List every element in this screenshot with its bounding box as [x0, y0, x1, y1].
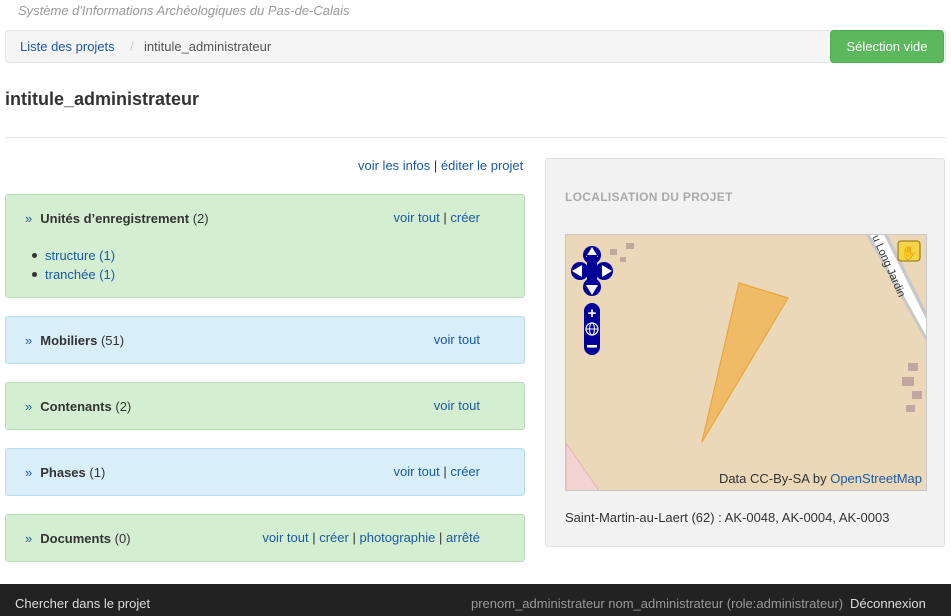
map-panel: LOCALISATION DU PROJET u Long Jardin + ✋…: [545, 158, 945, 547]
map-canvas[interactable]: u Long Jardin + ✋: [566, 235, 927, 491]
footer: Chercher dans le projet prenom_administr…: [0, 584, 951, 616]
unites-list: structure (1) tranchée (1): [32, 248, 115, 286]
view-all-link[interactable]: voir tout: [262, 530, 308, 545]
zoom-control[interactable]: +: [584, 303, 600, 355]
breadcrumb-current: intitule_administrateur: [144, 39, 272, 54]
building: [906, 405, 915, 412]
map-caption: Saint-Martin-au-Laert (62) : AK-0048, AK…: [565, 510, 890, 525]
edit-project-link[interactable]: éditer le projet: [441, 158, 523, 173]
building: [626, 243, 634, 249]
map-heading: LOCALISATION DU PROJET: [565, 190, 733, 204]
logout-link[interactable]: Déconnexion: [850, 596, 926, 611]
svg-text:✋: ✋: [901, 245, 917, 261]
chevron-icon: »: [25, 399, 33, 414]
create-link[interactable]: créer: [450, 464, 480, 479]
panel-count: (2): [115, 399, 132, 414]
panel-title: Documents: [40, 531, 112, 546]
search-project-link[interactable]: Chercher dans le projet: [15, 596, 150, 611]
building: [908, 363, 918, 371]
panel-mobiliers: » Mobiliers (51) voir tout: [5, 316, 525, 364]
breadcrumb-projects-link[interactable]: Liste des projets: [20, 39, 115, 54]
page-title: intitule_administrateur: [5, 89, 200, 109]
panel-count: (0): [114, 531, 131, 546]
map-attribution: Data CC-By-SA by OpenStreetMap: [719, 471, 922, 486]
building: [912, 391, 922, 399]
list-item: structure (1): [32, 248, 115, 263]
link-separator: |: [352, 530, 356, 545]
chevron-icon: »: [25, 531, 33, 546]
panel-title: Contenants: [40, 399, 112, 414]
panel-documents: » Documents (0) voir tout | créer | photo…: [5, 514, 525, 562]
divider: [5, 137, 946, 138]
panel-mobiliers-header[interactable]: » Mobiliers (51): [25, 333, 124, 348]
panel-title: Unités d’enregistrement: [40, 211, 190, 226]
panel-phases: » Phases (1) voir tout | créer: [5, 448, 525, 496]
openstreetmap-link[interactable]: OpenStreetMap: [830, 471, 922, 486]
panel-title: Phases: [40, 465, 86, 480]
link-separator: |: [439, 530, 443, 545]
zoom-in-icon[interactable]: +: [588, 305, 597, 322]
panel-unites-header[interactable]: » Unités d’enregistrement (2): [25, 211, 209, 226]
panel-count: (51): [100, 333, 125, 348]
panel-actions: voir tout: [434, 398, 480, 413]
view-all-link[interactable]: voir tout: [434, 398, 480, 413]
panel-unites: » Unités d’enregistrement (2) voir tout |…: [5, 194, 525, 298]
link-separator: |: [443, 210, 447, 225]
link-separator: |: [433, 158, 438, 173]
panel-count: (2): [192, 211, 209, 226]
link-separator: |: [443, 464, 447, 479]
tranchee-link[interactable]: tranchée (1): [45, 267, 115, 282]
view-info-link[interactable]: voir les infos: [358, 158, 430, 173]
view-all-link[interactable]: voir tout: [393, 464, 439, 479]
user-info: prenom_administrateur nom_administrateur…: [471, 596, 844, 611]
project-links: voir les infos | éditer le projet: [358, 158, 523, 173]
arrete-link[interactable]: arrêté: [446, 530, 480, 545]
attribution-text: Data CC-By-SA by: [718, 471, 827, 486]
create-link[interactable]: créer: [319, 530, 349, 545]
chevron-icon: »: [25, 333, 33, 348]
panel-count: (1): [89, 465, 106, 480]
zoom-out-icon[interactable]: [587, 345, 597, 348]
panel-title: Mobiliers: [40, 333, 98, 348]
map-viewport[interactable]: u Long Jardin + ✋ Data CC-By-SA by OpenS…: [565, 234, 927, 491]
panel-actions: voir tout | créer: [393, 464, 480, 479]
selection-button[interactable]: Sélection vide: [830, 30, 944, 63]
hand-tool-icon[interactable]: ✋: [897, 240, 921, 262]
list-item: tranchée (1): [32, 267, 115, 282]
create-link[interactable]: créer: [450, 210, 480, 225]
panel-contenants-header[interactable]: » Contenants (2): [25, 399, 131, 414]
view-all-link[interactable]: voir tout: [434, 332, 480, 347]
panel-documents-header[interactable]: » Documents (0): [25, 531, 131, 546]
structure-link[interactable]: structure (1): [45, 248, 115, 263]
panel-actions: voir tout: [434, 332, 480, 347]
photo-link[interactable]: photographie: [359, 530, 435, 545]
chevron-icon: »: [25, 211, 33, 226]
link-separator: |: [312, 530, 316, 545]
chevron-icon: »: [25, 465, 33, 480]
building: [902, 377, 914, 386]
breadcrumb-separator: /: [130, 39, 134, 54]
view-all-link[interactable]: voir tout: [393, 210, 439, 225]
panel-contenants: » Contenants (2) voir tout: [5, 382, 525, 430]
breadcrumb: Liste des projets / intitule_administrat…: [5, 30, 946, 63]
panel-actions: voir tout | créer | photographie | arrêt…: [262, 530, 480, 545]
panel-phases-header[interactable]: » Phases (1): [25, 465, 105, 480]
site-title: Système d'Informations Archéologiques du…: [18, 3, 350, 18]
panel-actions: voir tout | créer: [393, 210, 480, 225]
building: [620, 257, 626, 262]
building: [610, 249, 617, 255]
